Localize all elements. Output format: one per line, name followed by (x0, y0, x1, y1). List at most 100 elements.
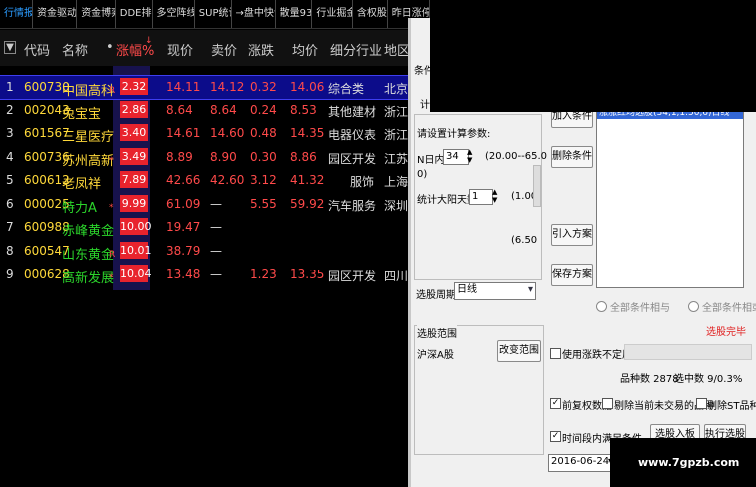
table-row[interactable]: 2 002043 兔宝宝 2.86 8.64 8.64 0.24 8.53 其他建材 浙江 (0, 99, 430, 122)
cell-region: 北京 (384, 82, 409, 96)
cell-change-pct: 10.01 (120, 241, 152, 259)
n-days-range-tail: 0) (417, 169, 428, 180)
start-date-picker[interactable]: 2016-06-24 ▾ (548, 454, 616, 472)
scope-value: 沪深A股 (417, 350, 454, 361)
chevron-down-icon[interactable]: ▾ (528, 283, 533, 297)
mask-top-right (430, 0, 756, 112)
cell-index: 3 (6, 126, 14, 140)
time-range-checkbox[interactable]: ✓ (550, 431, 561, 442)
cell-price: 38.79 (166, 243, 201, 258)
cell-name: 中国高科 (62, 84, 115, 99)
tab-bar: 行情报价 资金驱动力 资金博弈 DDE排名 多空阵线 SUP统计 →盘中快讯 散… (0, 0, 431, 29)
n-days-range: (20.00--65.0 (485, 151, 548, 162)
table-row[interactable]: 3 601567 三星医疗 3.40 14.61 14.60 0.48 14.35 电器仪表 浙江 (0, 122, 430, 145)
cell-name: 兔宝宝 (62, 106, 102, 122)
cell-price: 14.61 (166, 126, 201, 140)
table-row[interactable]: 5 600612 老凤祥 7.89 42.66 42.60 3.12 41.32 服饰 上海 (0, 169, 430, 192)
header-avg[interactable]: 均价 (292, 40, 318, 59)
cell-change-pct: 2.32 (120, 78, 148, 95)
header-code[interactable]: 代码 (24, 40, 50, 59)
header-ask[interactable]: 卖价 (211, 40, 237, 59)
column-menu-icon[interactable]: ▼ (4, 41, 16, 54)
radio-all-and[interactable] (596, 301, 607, 312)
cell-region: 江苏 (384, 151, 409, 166)
cell-region: 深圳 (384, 198, 409, 213)
radio-all-or[interactable] (688, 301, 699, 312)
tab-industry[interactable]: 行业掘金 (312, 0, 353, 28)
tab-capital-game[interactable]: 资金博弈 (77, 0, 116, 28)
cell-avg: 8.86 (290, 149, 317, 164)
period-value: 日线 (457, 284, 477, 295)
cell-diff: 0.32 (250, 80, 277, 94)
header-region[interactable]: 地区 (384, 40, 410, 59)
cell-price: 14.11 (166, 80, 201, 94)
yang-days-input[interactable]: 1 (469, 189, 493, 205)
third-param-range: (6.50 (511, 235, 538, 246)
cell-name: 苏州高新 (62, 153, 115, 169)
stock-count: 品种数 2878 (620, 374, 679, 385)
irregular-period-checkbox[interactable] (550, 348, 561, 359)
cell-change-pct: 3.49 (120, 147, 148, 165)
cell-index: 5 (6, 173, 14, 187)
tab-vol-935[interactable]: 散量935 (276, 0, 313, 28)
params-title: 请设置计算参数: (417, 129, 491, 140)
params-scrollbar[interactable] (533, 165, 541, 207)
import-plan-button[interactable]: 引入方案 (551, 224, 593, 246)
header-price[interactable]: 现价 (167, 40, 193, 59)
header-change[interactable]: 涨跌 (248, 40, 274, 59)
period-select[interactable]: 日线 ▾ (454, 282, 536, 300)
tab-rights[interactable]: 含权股 (353, 0, 388, 28)
exclude-untraded-checkbox[interactable] (602, 398, 613, 409)
header-industry[interactable]: 细分行业 (330, 40, 382, 59)
scope-panel: 选股范围 沪深A股 改变范围 (414, 325, 544, 455)
exclude-st-checkbox[interactable] (696, 398, 707, 409)
tab-intraday-news[interactable]: →盘中快讯 (232, 0, 276, 28)
change-scope-button[interactable]: 改变范围 (497, 340, 541, 362)
cell-change-pct: 10.00 (120, 218, 152, 235)
table-row[interactable]: 1 600730 中国高科 R 2.32 14.11 14.12 0.32 14.06 综合类 北京 (0, 75, 430, 100)
n-days-spin-icon[interactable]: ▲ ▼ (467, 148, 472, 164)
pre-adjust-checkbox[interactable]: ✓ (550, 398, 561, 409)
irregular-period-input[interactable] (624, 344, 752, 360)
tab-sup-stats[interactable]: SUP统计 (195, 0, 232, 28)
cell-industry: 综合类 (328, 82, 365, 96)
cell-index: 4 (6, 149, 14, 164)
cell-change-pct: 3.40 (120, 124, 148, 141)
cell-price: 61.09 (166, 196, 201, 211)
table-header: ▼ 代码 名称 • 涨幅% ↓ 现价 卖价 涨跌 均价 细分行业 地区 (0, 30, 430, 66)
yang-days-spin-icon[interactable]: ▲ ▼ (492, 188, 497, 204)
cell-region: 上海 (384, 175, 409, 189)
tab-long-short[interactable]: 多空阵线 (153, 0, 195, 28)
cell-price: 8.89 (166, 149, 193, 164)
cell-industry: 电器仪表 (328, 128, 377, 142)
sort-desc-icon: ↓ (145, 36, 153, 46)
cell-index: 8 (6, 243, 14, 258)
cell-name: 老凤祥 (62, 177, 102, 192)
cell-change-pct: 10.04 (120, 265, 152, 282)
tab-capital-drive[interactable]: 资金驱动力 (33, 0, 78, 28)
cell-flag: R (109, 86, 116, 96)
cell-flag: * (109, 155, 114, 166)
header-name[interactable]: 名称 (62, 40, 88, 59)
cell-ask: 8.90 (210, 149, 237, 164)
condition-list[interactable]: 涨涨红均选股(34,1,1.50,6)日线 (596, 106, 744, 288)
cell-ask: 14.12 (210, 80, 245, 94)
cell-price: 19.47 (166, 220, 201, 234)
n-days-input[interactable]: 34 (443, 149, 469, 165)
cell-ask: — (210, 196, 222, 211)
cell-diff: 0.30 (250, 149, 277, 164)
radio-all-or-label: 全部条件相或 (702, 303, 756, 314)
table-row[interactable]: 4 600736 苏州高新 * 3.49 8.89 8.90 0.30 8.86 园区开发 江苏 (0, 146, 430, 169)
cell-ask: 42.60 (210, 173, 245, 187)
cell-avg: 59.92 (290, 196, 325, 211)
delete-condition-button[interactable]: 删除条件 (551, 146, 593, 168)
cell-index: 1 (6, 80, 14, 94)
tab-quotes[interactable]: 行情报价 (0, 0, 34, 28)
save-plan-button[interactable]: 保存方案 (551, 264, 593, 286)
period-label: 选股周期: (416, 290, 460, 301)
cell-diff: 3.12 (250, 173, 277, 187)
cell-ask: 8.64 (210, 102, 237, 117)
tab-dde-rank[interactable]: DDE排名 (116, 0, 153, 28)
cell-region: 浙江 (384, 128, 409, 142)
cell-name: 特力A (62, 200, 97, 216)
